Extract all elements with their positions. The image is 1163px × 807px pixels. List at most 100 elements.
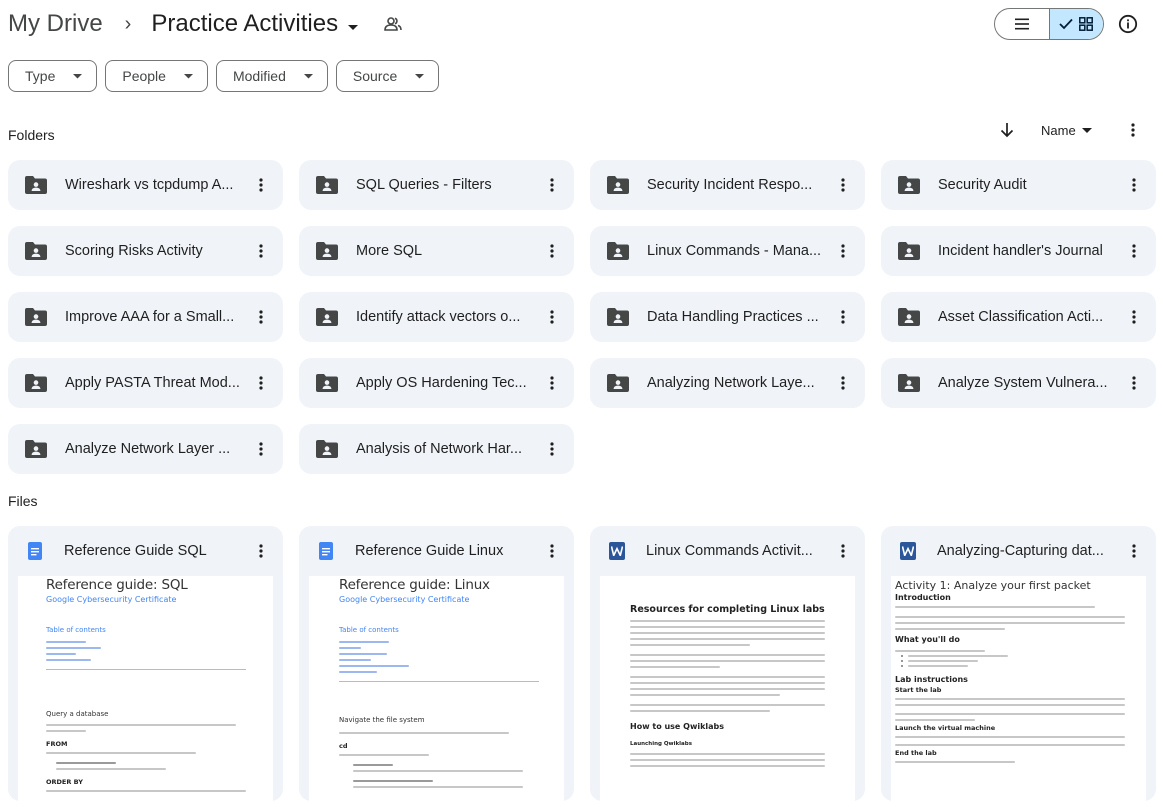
folder-more-button[interactable] xyxy=(831,305,855,329)
list-view-button[interactable] xyxy=(995,9,1049,39)
folder-card[interactable]: Analyze System Vulnera... xyxy=(881,358,1156,408)
filter-type[interactable]: Type xyxy=(8,60,98,92)
more-vert-icon xyxy=(259,376,263,390)
folder-card[interactable]: Analyzing Network Laye... xyxy=(590,358,865,408)
folder-card[interactable]: Linux Commands - Mana... xyxy=(590,226,865,276)
info-button[interactable] xyxy=(1117,13,1139,35)
more-vert-icon xyxy=(841,376,845,390)
more-vert-icon xyxy=(550,178,554,192)
file-card[interactable]: Linux Commands Activit... Resources for … xyxy=(590,526,865,801)
folder-name: Wireshark vs tcpdump A... xyxy=(65,177,234,193)
folder-name: Apply OS Hardening Tec... xyxy=(356,375,527,391)
folder-more-button[interactable] xyxy=(1122,239,1146,263)
folder-more-button[interactable] xyxy=(249,305,273,329)
filter-people[interactable]: People xyxy=(105,60,208,92)
filter-modified[interactable]: Modified xyxy=(215,60,328,92)
folder-more-button[interactable] xyxy=(1122,173,1146,197)
folder-name: Linux Commands - Mana... xyxy=(647,243,822,259)
folder-more-button[interactable] xyxy=(540,437,564,461)
arrow-down-icon xyxy=(1000,123,1014,138)
folder-more-button[interactable] xyxy=(249,239,273,263)
shared-folder-icon xyxy=(25,242,47,260)
folder-name: Security Incident Respo... xyxy=(647,177,813,193)
thumb-heading: Resources for completing Linux labs xyxy=(630,604,825,615)
shared-folder-icon xyxy=(25,374,47,392)
shared-folder-icon[interactable] xyxy=(384,16,402,32)
folder-more-button[interactable] xyxy=(249,371,273,395)
folder-more-button[interactable] xyxy=(249,173,273,197)
folder-card[interactable]: Analyze Network Layer ... xyxy=(8,424,283,474)
more-options-button[interactable] xyxy=(1124,120,1142,140)
grid-view-button[interactable] xyxy=(1048,9,1103,39)
sort-direction-button[interactable] xyxy=(1000,122,1014,138)
folder-card[interactable]: Data Handling Practices ... xyxy=(590,292,865,342)
file-more-button[interactable] xyxy=(540,539,564,563)
folder-card[interactable]: Identify attack vectors o... xyxy=(299,292,574,342)
folder-more-button[interactable] xyxy=(1122,305,1146,329)
folder-more-button[interactable] xyxy=(831,239,855,263)
folder-name: More SQL xyxy=(356,243,423,259)
shared-folder-icon xyxy=(316,374,338,392)
info-icon xyxy=(1118,14,1138,34)
breadcrumb-my-drive[interactable]: My Drive xyxy=(8,10,103,38)
folder-more-button[interactable] xyxy=(540,173,564,197)
folder-card[interactable]: Security Incident Respo... xyxy=(590,160,865,210)
folder-more-button[interactable] xyxy=(540,371,564,395)
shared-folder-icon xyxy=(316,308,338,326)
folder-card[interactable]: Improve AAA for a Small... xyxy=(8,292,283,342)
thumb-toc: Table of contents xyxy=(339,626,399,634)
shared-folder-icon xyxy=(316,242,338,260)
folder-more-button[interactable] xyxy=(831,173,855,197)
breadcrumb-current-folder[interactable]: Practice Activities xyxy=(151,10,359,38)
file-card[interactable]: Reference Guide Linux Reference guide: L… xyxy=(299,526,574,801)
filter-source[interactable]: Source xyxy=(335,60,440,92)
breadcrumb: My Drive › Practice Activities xyxy=(8,8,402,40)
file-more-button[interactable] xyxy=(249,539,273,563)
folder-card[interactable]: Wireshark vs tcpdump A... xyxy=(8,160,283,210)
folder-name: Analyze System Vulnera... xyxy=(938,375,1108,391)
folder-card[interactable]: Apply PASTA Threat Mod... xyxy=(8,358,283,408)
sort-by-name-button[interactable]: Name xyxy=(1041,123,1076,138)
shared-folder-icon xyxy=(898,176,920,194)
thumb-heading: What you'll do xyxy=(895,635,960,644)
thumb-title: Reference guide: Linux xyxy=(339,577,490,593)
file-thumbnail: Resources for completing Linux labs How … xyxy=(600,576,855,801)
folder-more-button[interactable] xyxy=(249,437,273,461)
file-thumbnail: Reference guide: Linux Google Cybersecur… xyxy=(309,576,564,801)
folder-more-button[interactable] xyxy=(540,239,564,263)
folder-card[interactable]: Asset Classification Acti... xyxy=(881,292,1156,342)
folder-card[interactable]: More SQL xyxy=(299,226,574,276)
folder-card[interactable]: Scoring Risks Activity xyxy=(8,226,283,276)
shared-folder-icon xyxy=(607,374,629,392)
thumb-heading: How to use Qwiklabs xyxy=(630,722,725,731)
folder-name: Analysis of Network Har... xyxy=(356,441,522,457)
file-more-button[interactable] xyxy=(831,539,855,563)
more-vert-icon xyxy=(550,376,554,390)
shared-folder-icon xyxy=(316,440,338,458)
folder-card[interactable]: SQL Queries - Filters xyxy=(299,160,574,210)
folder-more-button[interactable] xyxy=(540,305,564,329)
thumb-toc: Table of contents xyxy=(46,626,106,634)
folder-card[interactable]: Apply OS Hardening Tec... xyxy=(299,358,574,408)
folder-card[interactable]: Security Audit xyxy=(881,160,1156,210)
folder-name: Apply PASTA Threat Mod... xyxy=(65,375,240,391)
folder-name: Scoring Risks Activity xyxy=(65,243,203,259)
more-vert-icon xyxy=(1132,544,1136,558)
google-docs-icon xyxy=(27,542,43,560)
more-vert-icon xyxy=(550,244,554,258)
folder-card[interactable]: Incident handler's Journal xyxy=(881,226,1156,276)
current-folder-title: Practice Activities xyxy=(151,10,339,37)
folder-card[interactable]: Analysis of Network Har... xyxy=(299,424,574,474)
word-icon xyxy=(900,542,916,560)
file-card[interactable]: Reference Guide SQL Reference guide: SQL… xyxy=(8,526,283,801)
file-card[interactable]: Analyzing-Capturing dat... Activity 1: A… xyxy=(881,526,1156,801)
folder-name: SQL Queries - Filters xyxy=(356,177,492,193)
file-more-button[interactable] xyxy=(1122,539,1146,563)
folder-more-button[interactable] xyxy=(1122,371,1146,395)
file-thumbnail: Reference guide: SQL Google Cybersecurit… xyxy=(18,576,273,801)
more-vert-icon xyxy=(1131,123,1135,137)
folder-more-button[interactable] xyxy=(831,371,855,395)
filter-label: People xyxy=(122,68,166,84)
more-vert-icon xyxy=(841,544,845,558)
folder-name: Identify attack vectors o... xyxy=(356,309,521,325)
